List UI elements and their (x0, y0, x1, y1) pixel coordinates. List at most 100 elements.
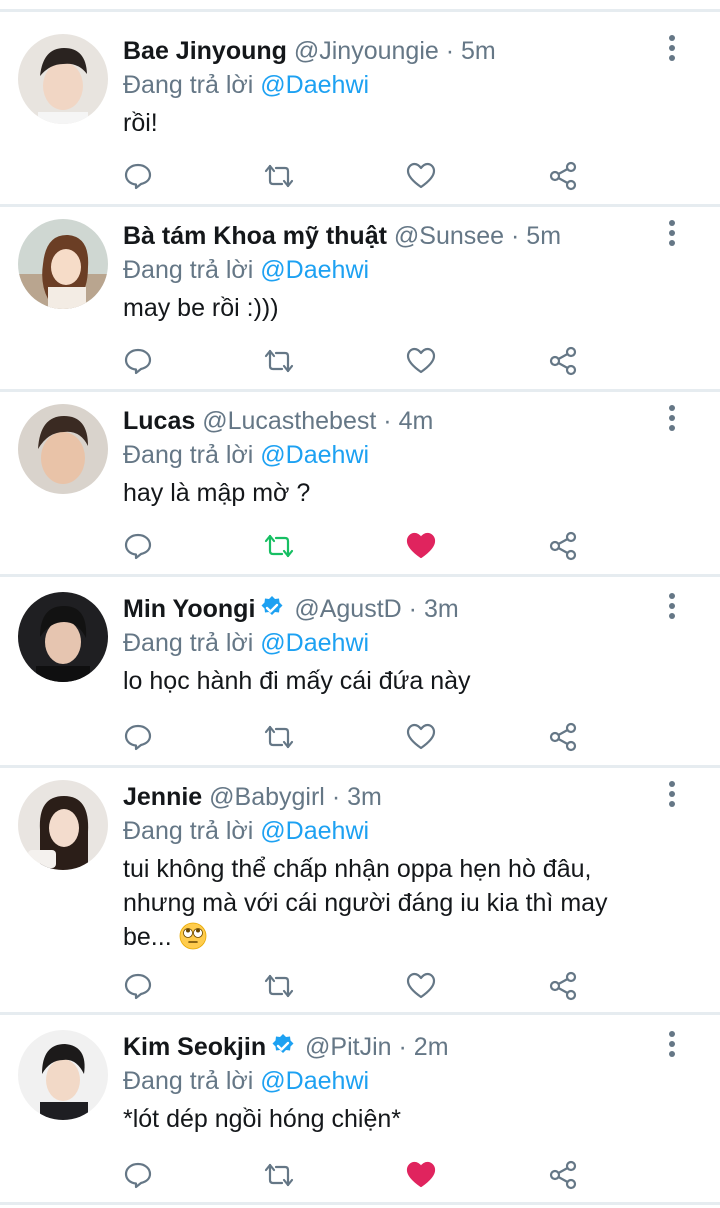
tweet-text-line: rồi! (123, 109, 158, 137)
replying-label: Đang trả lời (123, 1067, 254, 1095)
retweet-icon (264, 725, 294, 749)
retweet-button-active[interactable] (257, 524, 301, 568)
avatar[interactable] (18, 404, 108, 494)
reply-button[interactable] (116, 339, 160, 383)
replying-to: Đang trả lời @Daehwi (123, 253, 369, 287)
avatar[interactable] (18, 219, 108, 309)
timestamp: 4m (398, 407, 434, 435)
avatar[interactable] (18, 34, 108, 124)
reply-mention[interactable]: @Daehwi (260, 1067, 369, 1095)
tweet-actions (0, 154, 720, 198)
replying-label: Đang trả lời (123, 256, 254, 284)
replying-to: Đang trả lời @Daehwi (123, 68, 369, 102)
share-button[interactable] (541, 1153, 585, 1197)
share-icon (549, 346, 577, 376)
retweet-icon (264, 1163, 294, 1187)
reply-icon (124, 533, 152, 560)
retweet-button[interactable] (257, 1153, 301, 1197)
separator-dot: · (331, 783, 341, 811)
user-handle[interactable]: @Babygirl (209, 783, 325, 811)
separator-dot: · (445, 37, 455, 65)
display-name[interactable]: Min Yoongi (123, 595, 255, 623)
display-name[interactable]: Bà tám Khoa mỹ thuật (123, 222, 387, 250)
retweet-button[interactable] (257, 715, 301, 759)
tweet[interactable]: Kim Seokjin @PitJin · 2m Đang trả lời @D… (0, 1008, 720, 1200)
timestamp: 3m (423, 595, 459, 623)
heart-icon (406, 347, 436, 374)
retweet-button[interactable] (257, 339, 301, 383)
reply-icon (124, 724, 152, 751)
tweet-text: lo học hành đi mấy cái đứa này (123, 664, 650, 698)
tweet-text: *lót dép ngồi hóng chiện* (123, 1102, 650, 1136)
tweet-actions (0, 1153, 720, 1197)
share-icon (549, 531, 577, 561)
tweet[interactable]: Bà tám Khoa mỹ thuật @Sunsee · 5m Đang t… (0, 197, 720, 389)
tweet[interactable]: Bae Jinyoung @Jinyoungie · 5m Đang trả l… (0, 12, 720, 204)
more-options-icon[interactable] (664, 400, 680, 440)
reply-mention[interactable]: @Daehwi (260, 817, 369, 845)
reply-mention[interactable]: @Daehwi (260, 71, 369, 99)
reply-button[interactable] (116, 715, 160, 759)
more-options-icon[interactable] (664, 776, 680, 816)
more-options-icon[interactable] (664, 215, 680, 255)
user-handle[interactable]: @PitJin (305, 1033, 392, 1061)
more-options-icon[interactable] (664, 1026, 680, 1066)
reply-button[interactable] (116, 1153, 160, 1197)
user-handle[interactable]: @Sunsee (394, 222, 504, 250)
reply-button[interactable] (116, 964, 160, 1008)
display-name[interactable]: Bae Jinyoung (123, 37, 287, 65)
replying-label: Đang trả lời (123, 629, 254, 657)
tweet-text-line: may be rồi :))) (123, 294, 279, 322)
reply-button[interactable] (116, 154, 160, 198)
like-button[interactable] (399, 964, 443, 1008)
replying-label: Đang trả lời (123, 441, 254, 469)
retweet-button[interactable] (257, 964, 301, 1008)
share-button[interactable] (541, 339, 585, 383)
display-name[interactable]: Jennie (123, 783, 202, 811)
share-button[interactable] (541, 154, 585, 198)
tweet-text: hay là mập mờ ? (123, 476, 650, 510)
reply-mention[interactable]: @Daehwi (260, 256, 369, 284)
tweet-text: rồi! (123, 106, 650, 140)
tweet[interactable]: Min Yoongi @AgustD · 3m Đang trả lời @Da… (0, 570, 720, 762)
share-icon (549, 161, 577, 191)
share-button[interactable] (541, 715, 585, 759)
retweet-button[interactable] (257, 154, 301, 198)
more-options-icon[interactable] (664, 588, 680, 628)
rolling-eyes-emoji (179, 922, 207, 950)
share-button[interactable] (541, 964, 585, 1008)
user-handle[interactable]: @Jinyoungie (294, 37, 439, 65)
avatar[interactable] (18, 780, 108, 870)
like-button-active[interactable] (399, 524, 443, 568)
tweet-text: may be rồi :))) (123, 291, 650, 325)
verified-badge-icon (272, 1034, 294, 1053)
display-name[interactable]: Lucas (123, 407, 195, 435)
tweet-actions (0, 964, 720, 1008)
user-handle[interactable]: @Lucasthebest (202, 407, 376, 435)
avatar[interactable] (18, 592, 108, 682)
separator-dot: · (511, 222, 520, 250)
tweet-text-line: hay là mập mờ ? (123, 479, 311, 507)
reply-mention[interactable]: @Daehwi (260, 441, 369, 469)
tweet[interactable]: Jennie @Babygirl · 3m Đang trả lời @Daeh… (0, 758, 720, 1010)
tweet[interactable]: Lucas @Lucasthebest · 4m Đang trả lời @D… (0, 382, 720, 574)
like-button[interactable] (399, 715, 443, 759)
heart-icon (406, 162, 436, 189)
tweet-actions (0, 524, 720, 568)
reply-icon (124, 163, 152, 190)
user-handle[interactable]: @AgustD (294, 595, 401, 623)
reply-mention[interactable]: @Daehwi (260, 629, 369, 657)
share-button[interactable] (541, 524, 585, 568)
display-name[interactable]: Kim Seokjin (123, 1033, 266, 1061)
timestamp: 3m (347, 783, 382, 811)
reply-icon (124, 1162, 152, 1189)
more-options-icon[interactable] (664, 30, 680, 70)
like-button-active[interactable] (399, 1153, 443, 1197)
reply-button[interactable] (116, 524, 160, 568)
avatar[interactable] (18, 1030, 108, 1120)
like-button[interactable] (399, 339, 443, 383)
like-button[interactable] (399, 154, 443, 198)
reply-feed: Bae Jinyoung @Jinyoungie · 5m Đang trả l… (0, 0, 720, 1208)
share-icon (549, 1160, 577, 1190)
timestamp: 5m (526, 222, 562, 250)
